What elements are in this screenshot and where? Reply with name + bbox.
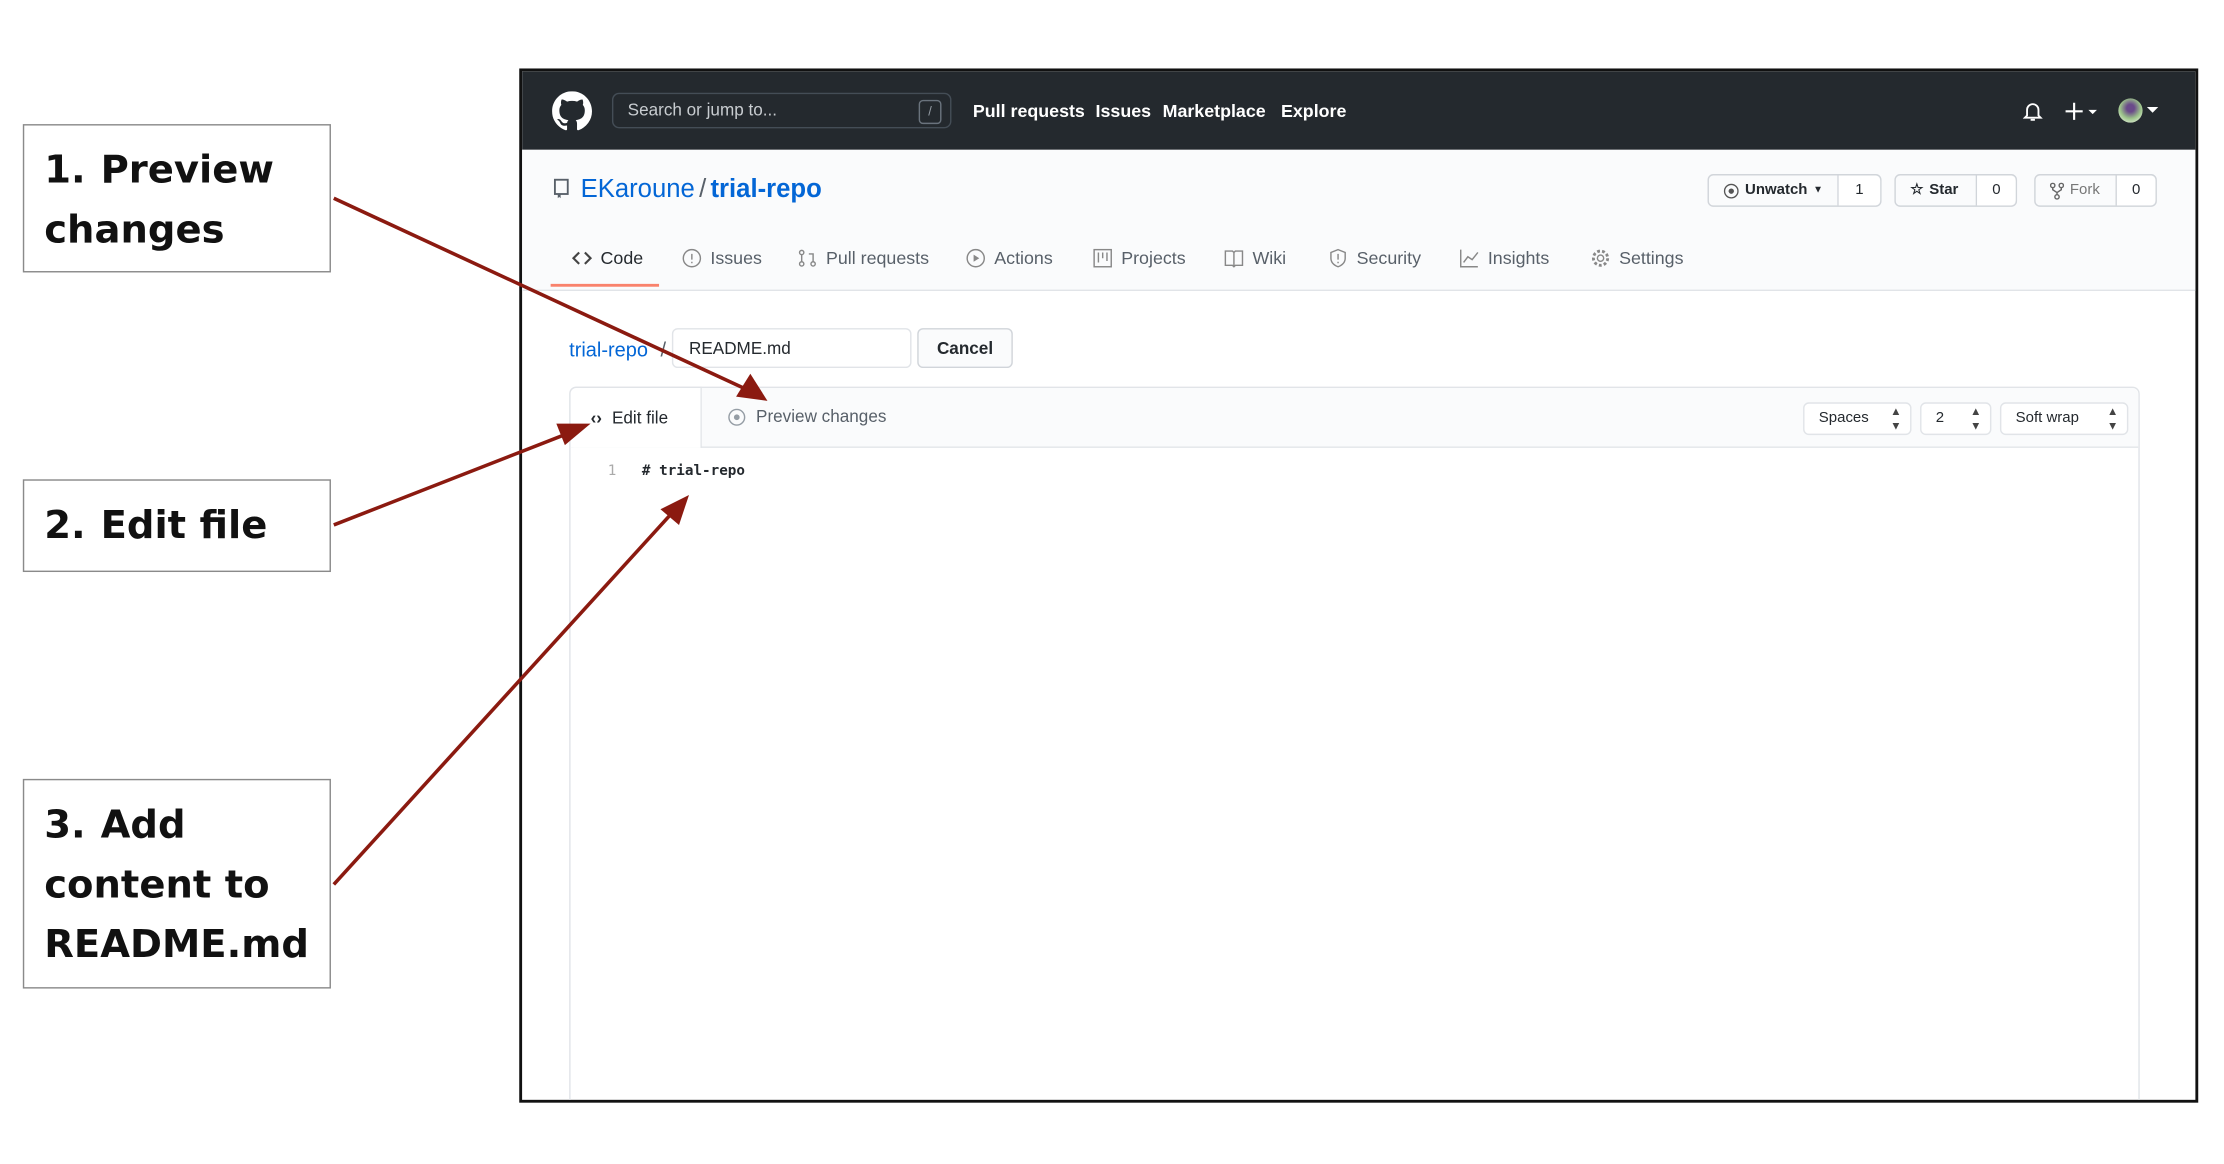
arrow-add-content [332,500,684,886]
arrowhead [556,423,591,446]
arrow-preview-changes [333,196,761,397]
annotation-arrows [332,196,768,886]
arrow-edit-file [333,426,583,527]
